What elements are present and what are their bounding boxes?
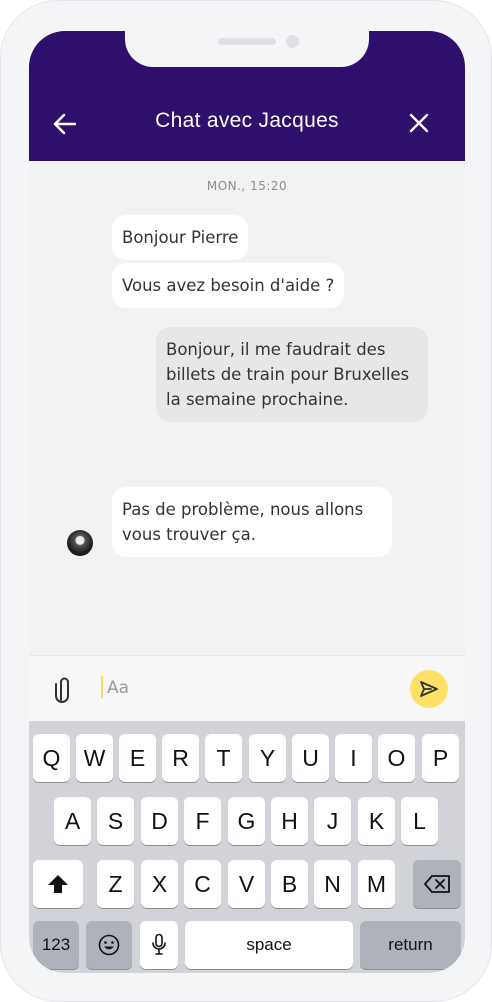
- backspace-key[interactable]: [413, 860, 461, 908]
- key-y[interactable]: Y: [249, 734, 286, 782]
- key-k[interactable]: K: [358, 797, 395, 845]
- message-bubble-user: Bonjour, il me faudrait des billets de t…: [156, 327, 428, 422]
- microphone-icon: [152, 933, 166, 955]
- front-camera: [286, 35, 299, 48]
- emoji-key[interactable]: [86, 921, 132, 969]
- numbers-key[interactable]: 123: [33, 921, 79, 969]
- key-e[interactable]: E: [119, 734, 156, 782]
- key-n[interactable]: N: [314, 860, 351, 908]
- speaker: [218, 38, 276, 45]
- paperclip-icon: [55, 677, 69, 703]
- space-key[interactable]: space: [185, 921, 353, 969]
- message-input[interactable]: [105, 672, 399, 704]
- chat-header: Chat avec Jacques: [29, 31, 465, 161]
- key-r[interactable]: R: [162, 734, 199, 782]
- key-a[interactable]: A: [54, 797, 91, 845]
- key-o[interactable]: O: [378, 734, 415, 782]
- message-composer: [29, 655, 465, 722]
- screen: Chat avec Jacques MON., 15:20 Bonjour Pi…: [29, 31, 465, 973]
- key-b[interactable]: B: [271, 860, 308, 908]
- key-u[interactable]: U: [292, 734, 329, 782]
- key-c[interactable]: C: [184, 860, 221, 908]
- send-icon: [420, 681, 438, 697]
- key-q[interactable]: Q: [33, 734, 70, 782]
- send-button[interactable]: [410, 670, 448, 708]
- key-d[interactable]: D: [141, 797, 178, 845]
- message-list: MON., 15:20 Bonjour Pierre Vous avez bes…: [29, 161, 465, 655]
- key-f[interactable]: F: [184, 797, 221, 845]
- message-bubble-agent: Vous avez besoin d'aide ?: [112, 263, 345, 308]
- notch: [125, 31, 369, 67]
- key-p[interactable]: P: [422, 734, 459, 782]
- chat-title: Chat avec Jacques: [155, 109, 339, 132]
- attach-button[interactable]: [53, 674, 75, 704]
- key-s[interactable]: S: [97, 797, 134, 845]
- phone-frame: Chat avec Jacques MON., 15:20 Bonjour Pi…: [0, 0, 492, 1002]
- key-x[interactable]: X: [141, 860, 178, 908]
- shift-icon: [48, 875, 68, 893]
- shift-key[interactable]: [33, 860, 83, 908]
- virtual-keyboard: Q W E R T Y U I O P A S D F G H J K L Z …: [29, 721, 465, 973]
- key-g[interactable]: G: [228, 797, 265, 845]
- agent-avatar: [67, 530, 93, 556]
- message-timestamp: MON., 15:20: [206, 179, 288, 193]
- key-l[interactable]: L: [401, 797, 438, 845]
- emoji-icon: [98, 934, 120, 956]
- key-m[interactable]: M: [358, 860, 395, 908]
- close-icon: [409, 113, 429, 133]
- key-w[interactable]: W: [76, 734, 113, 782]
- return-key[interactable]: return: [360, 921, 461, 969]
- key-v[interactable]: V: [228, 860, 265, 908]
- key-h[interactable]: H: [271, 797, 308, 845]
- close-button[interactable]: [407, 111, 431, 135]
- text-cursor: [101, 676, 103, 698]
- key-j[interactable]: J: [314, 797, 351, 845]
- key-i[interactable]: I: [335, 734, 372, 782]
- message-bubble-agent: Pas de problème, nous allons vous trouve…: [112, 487, 392, 557]
- message-bubble-agent: Bonjour Pierre: [112, 215, 249, 260]
- key-t[interactable]: T: [205, 734, 242, 782]
- backspace-icon: [424, 875, 450, 893]
- microphone-key[interactable]: [140, 921, 178, 969]
- key-z[interactable]: Z: [97, 860, 134, 908]
